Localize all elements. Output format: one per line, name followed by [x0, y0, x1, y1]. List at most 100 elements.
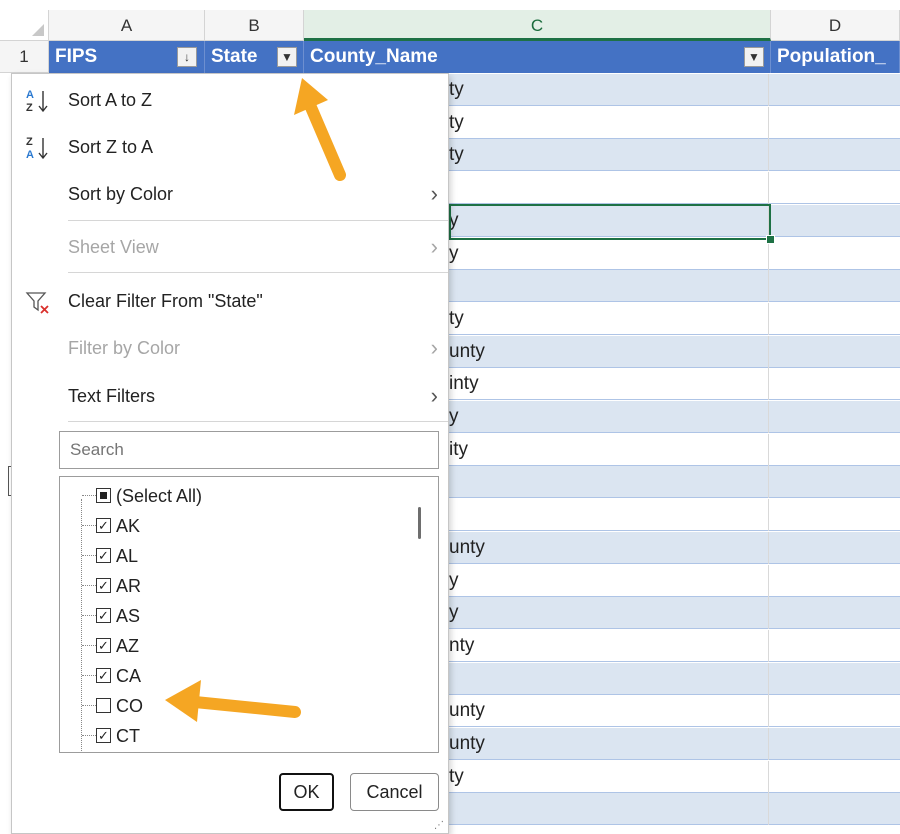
checkbox-checked-icon[interactable]: ✓ [96, 638, 111, 653]
population-cell[interactable] [769, 630, 900, 662]
county-cell[interactable] [449, 270, 769, 303]
header-cell-population[interactable]: Population_ [771, 41, 900, 73]
filter-list-item[interactable]: ✓ AK [60, 511, 400, 541]
checkbox-checked-icon[interactable]: ✓ [96, 608, 111, 623]
population-cell[interactable] [769, 728, 900, 760]
county-cell[interactable]: y [449, 597, 769, 630]
checkbox-indeterminate-icon[interactable] [96, 488, 111, 503]
county-cell[interactable]: y [449, 564, 769, 597]
population-cell[interactable] [769, 74, 900, 106]
header-cell-state[interactable]: State ▼ [205, 41, 304, 73]
population-cell[interactable] [769, 205, 900, 237]
population-cell[interactable] [769, 695, 900, 727]
fill-handle[interactable] [766, 235, 775, 244]
population-cell[interactable] [769, 793, 900, 825]
table-row: ty [449, 139, 900, 172]
filter-list-item[interactable]: ✓ AL [60, 541, 400, 571]
filter-list-item[interactable]: ✓ AS [60, 601, 400, 631]
county-cell[interactable]: ty [449, 106, 769, 139]
search-input[interactable] [59, 431, 439, 469]
menu-item-sort-by-color[interactable]: Sort by Color › [12, 173, 448, 215]
filter-list-item[interactable]: ✓ AR [60, 571, 400, 601]
menu-item-clear-filter[interactable]: Clear Filter From "State" [12, 280, 448, 322]
county-cell[interactable] [449, 466, 769, 499]
resize-grip-icon[interactable]: ⋰ [434, 821, 444, 831]
filter-list-item[interactable]: ✓ CA [60, 661, 400, 691]
population-cell[interactable] [769, 172, 900, 204]
county-cell[interactable]: unty [449, 695, 769, 728]
tree-connector [82, 735, 96, 736]
county-cell[interactable]: nty [449, 629, 769, 662]
county-cell[interactable]: inty [449, 368, 769, 401]
county-cell[interactable]: y [449, 401, 769, 433]
population-cell[interactable] [769, 107, 900, 139]
checkbox-checked-icon[interactable]: ✓ [96, 548, 111, 563]
column-header-a[interactable]: A [49, 10, 205, 41]
population-cell[interactable] [769, 368, 900, 400]
filter-list-item[interactable]: ✓ AZ [60, 631, 400, 661]
county-cell[interactable]: y [449, 204, 769, 237]
cancel-button[interactable]: Cancel [350, 773, 439, 811]
checkbox-unchecked-icon[interactable] [96, 698, 111, 713]
county-cell[interactable] [449, 662, 769, 695]
county-cell[interactable]: y [449, 237, 769, 270]
header-cell-county-name[interactable]: County_Name ▼ [304, 41, 771, 73]
population-cell[interactable] [769, 532, 900, 564]
tree-connector [82, 525, 96, 526]
population-cell[interactable] [769, 499, 900, 531]
county-cell[interactable] [449, 499, 769, 532]
filter-values-list[interactable]: (Select All) ✓ AK ✓ AL ✓ AR ✓ AS ✓ AZ ✓ CA CO ✓ CT [59, 476, 439, 753]
population-cell[interactable] [769, 336, 900, 368]
population-cell[interactable] [769, 565, 900, 597]
county-cell[interactable]: unty [449, 728, 769, 760]
column-header-c[interactable]: C [304, 10, 771, 41]
county-cell[interactable]: ty [449, 139, 769, 172]
county-cell[interactable]: ity [449, 433, 769, 466]
row-header-1[interactable]: 1 [0, 41, 49, 73]
menu-item-label: Sheet View [68, 237, 159, 257]
chevron-right-icon: › [430, 335, 438, 360]
population-cell[interactable] [769, 761, 900, 793]
county-cell[interactable]: unty [449, 531, 769, 564]
county-cell[interactable]: ty [449, 302, 769, 335]
filter-list-item[interactable]: CO [60, 691, 400, 721]
menu-item-label: Sort A to Z [68, 90, 153, 110]
filter-list-item[interactable]: (Select All) [60, 481, 400, 511]
population-cell[interactable] [769, 401, 900, 433]
column-header-d[interactable]: D [771, 10, 900, 41]
county-cell[interactable]: ty [449, 74, 769, 106]
table-row: y [449, 564, 900, 597]
county-cell[interactable] [449, 172, 769, 205]
population-cell[interactable] [769, 303, 900, 335]
scrollbar-thumb[interactable] [418, 507, 421, 539]
checkbox-checked-icon[interactable]: ✓ [96, 728, 111, 743]
menu-item-sort-a-to-z[interactable]: A Z Sort A to Z [12, 79, 448, 121]
menu-item-text-filters[interactable]: Text Filters › [12, 375, 448, 417]
population-cell[interactable] [769, 270, 900, 302]
table-row: y [449, 204, 900, 237]
county-cell[interactable] [449, 793, 769, 826]
filter-dropdown-state-button[interactable]: ▼ [277, 47, 297, 67]
population-cell[interactable] [769, 434, 900, 466]
header-cell-fips[interactable]: FIPS ↓ [49, 41, 205, 73]
population-cell[interactable] [769, 597, 900, 629]
select-all-corner[interactable] [0, 10, 49, 41]
tree-connector [82, 645, 96, 646]
population-cell[interactable] [769, 466, 900, 498]
filter-dropdown-fips-button[interactable]: ↓ [177, 47, 197, 67]
county-cell[interactable]: ty [449, 760, 769, 793]
population-cell[interactable] [769, 139, 900, 171]
checkbox-checked-icon[interactable]: ✓ [96, 518, 111, 533]
checkbox-checked-icon[interactable]: ✓ [96, 578, 111, 593]
filter-dropdown-county-button[interactable]: ▼ [744, 47, 764, 67]
population-cell[interactable] [769, 238, 900, 270]
filter-list-item-label: AK [116, 516, 141, 536]
checkbox-checked-icon[interactable]: ✓ [96, 668, 111, 683]
ok-button[interactable]: OK [279, 773, 334, 811]
menu-item-sort-z-to-a[interactable]: Z A Sort Z to A [12, 126, 448, 168]
county-cell[interactable]: unty [449, 335, 769, 368]
population-cell[interactable] [769, 663, 900, 695]
column-header-b[interactable]: B [205, 10, 304, 41]
table-row [449, 466, 900, 499]
filter-list-item[interactable]: ✓ CT [60, 721, 400, 751]
